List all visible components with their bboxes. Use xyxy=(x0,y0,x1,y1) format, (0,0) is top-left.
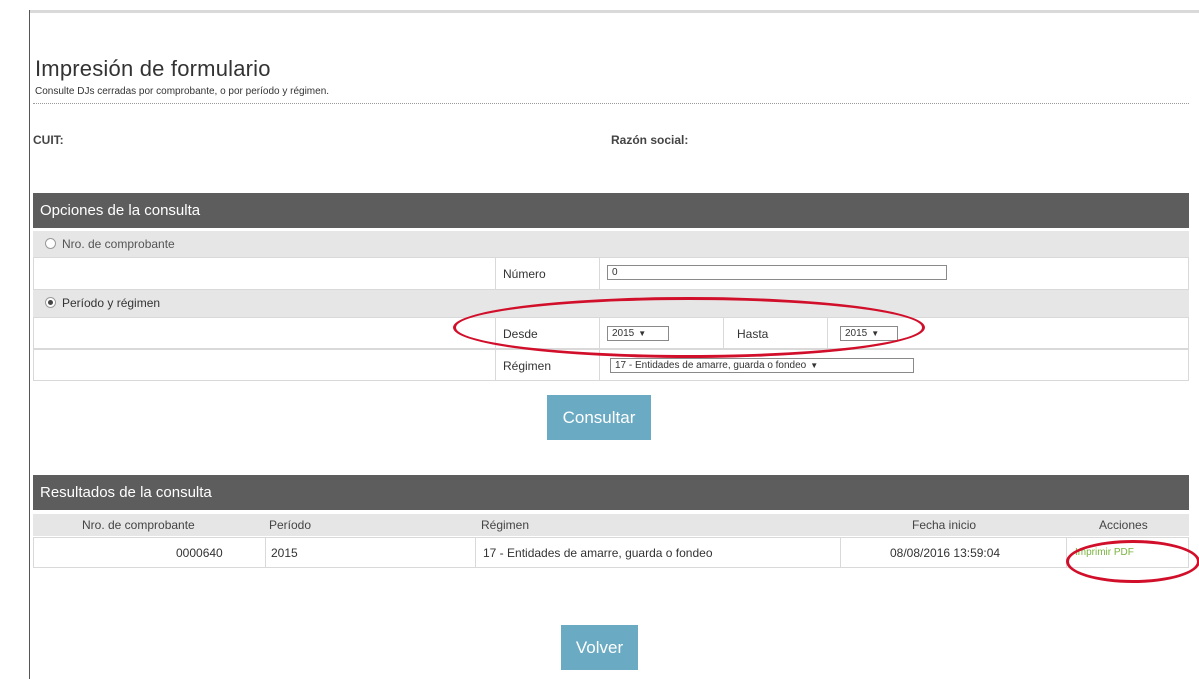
column-divider xyxy=(475,538,476,567)
cell-regimen: 17 - Entidades de amarre, guarda o fonde… xyxy=(483,546,713,560)
title-divider xyxy=(33,103,1189,104)
column-divider xyxy=(723,318,724,348)
page-frame: Impresión de formulario Consulte DJs cer… xyxy=(0,0,1199,679)
page-subtitle: Consulte DJs cerradas por comprobante, o… xyxy=(35,86,330,97)
cuit-label: CUIT: xyxy=(33,133,64,147)
desde-hasta-row: Desde 2015 ▼ Hasta 2015 ▼ xyxy=(33,317,1189,349)
imprimir-pdf-link[interactable]: Imprimir PDF xyxy=(1075,547,1134,558)
comprobante-radio[interactable] xyxy=(45,238,56,250)
periodo-radio-label: Período y régimen xyxy=(62,296,161,310)
option-comprobante-row[interactable]: Nro. de comprobante xyxy=(33,231,1189,257)
chevron-down-icon: ▼ xyxy=(871,329,880,338)
column-divider xyxy=(1066,538,1067,567)
comprobante-radio-label: Nro. de comprobante xyxy=(62,237,175,251)
results-section-header: Resultados de la consulta xyxy=(33,475,1189,510)
cell-comprobante: 0000640 xyxy=(176,546,223,560)
periodo-radio[interactable] xyxy=(45,297,56,309)
regimen-row: Régimen 17 - Entidades de amarre, guarda… xyxy=(33,349,1189,381)
numero-row: Número xyxy=(33,257,1189,290)
column-divider xyxy=(495,318,496,348)
hasta-select[interactable]: 2015 ▼ xyxy=(840,326,898,341)
table-row: 0000640 2015 17 - Entidades de amarre, g… xyxy=(33,537,1189,568)
column-divider xyxy=(495,350,496,380)
column-divider xyxy=(840,538,841,567)
numero-label: Número xyxy=(503,267,546,281)
column-header-fecha-inicio: Fecha inicio xyxy=(912,518,977,532)
column-divider xyxy=(599,318,600,348)
column-divider xyxy=(599,350,600,380)
desde-label: Desde xyxy=(503,327,538,341)
desde-select-value: 2015 xyxy=(612,328,635,339)
left-border xyxy=(29,10,30,679)
option-periodo-row[interactable]: Período y régimen xyxy=(33,290,1189,317)
regimen-label: Régimen xyxy=(503,359,552,373)
page-title: Impresión de formulario xyxy=(35,56,271,81)
option-comprobante[interactable]: Nro. de comprobante xyxy=(45,237,175,251)
desde-select[interactable]: 2015 ▼ xyxy=(607,326,669,341)
hasta-label: Hasta xyxy=(737,327,769,341)
column-header-comprobante: Nro. de comprobante xyxy=(82,518,195,532)
volver-button[interactable]: Volver xyxy=(561,625,638,670)
regimen-select-value: 17 - Entidades de amarre, guarda o fonde… xyxy=(615,360,807,371)
numero-input[interactable] xyxy=(607,265,947,280)
hasta-select-value: 2015 xyxy=(845,328,868,339)
column-divider xyxy=(827,318,828,348)
column-header-periodo: Período xyxy=(269,518,312,532)
options-section-header: Opciones de la consulta xyxy=(33,193,1189,228)
razon-social-label: Razón social: xyxy=(611,133,689,147)
consultar-button[interactable]: Consultar xyxy=(547,395,651,440)
chevron-down-icon: ▼ xyxy=(810,361,819,370)
cell-fecha-inicio: 08/08/2016 13:59:04 xyxy=(890,546,1001,560)
column-divider xyxy=(265,538,266,567)
regimen-select[interactable]: 17 - Entidades de amarre, guarda o fonde… xyxy=(610,358,914,373)
column-header-regimen: Régimen xyxy=(481,518,530,532)
option-periodo[interactable]: Período y régimen xyxy=(45,296,160,310)
cell-periodo: 2015 xyxy=(271,546,298,560)
column-header-acciones: Acciones xyxy=(1099,518,1148,532)
results-table-header: Nro. de comprobante Período Régimen Fech… xyxy=(33,514,1189,536)
top-border xyxy=(29,10,1199,13)
chevron-down-icon: ▼ xyxy=(638,329,647,338)
column-divider xyxy=(495,258,496,289)
column-divider xyxy=(599,258,600,289)
